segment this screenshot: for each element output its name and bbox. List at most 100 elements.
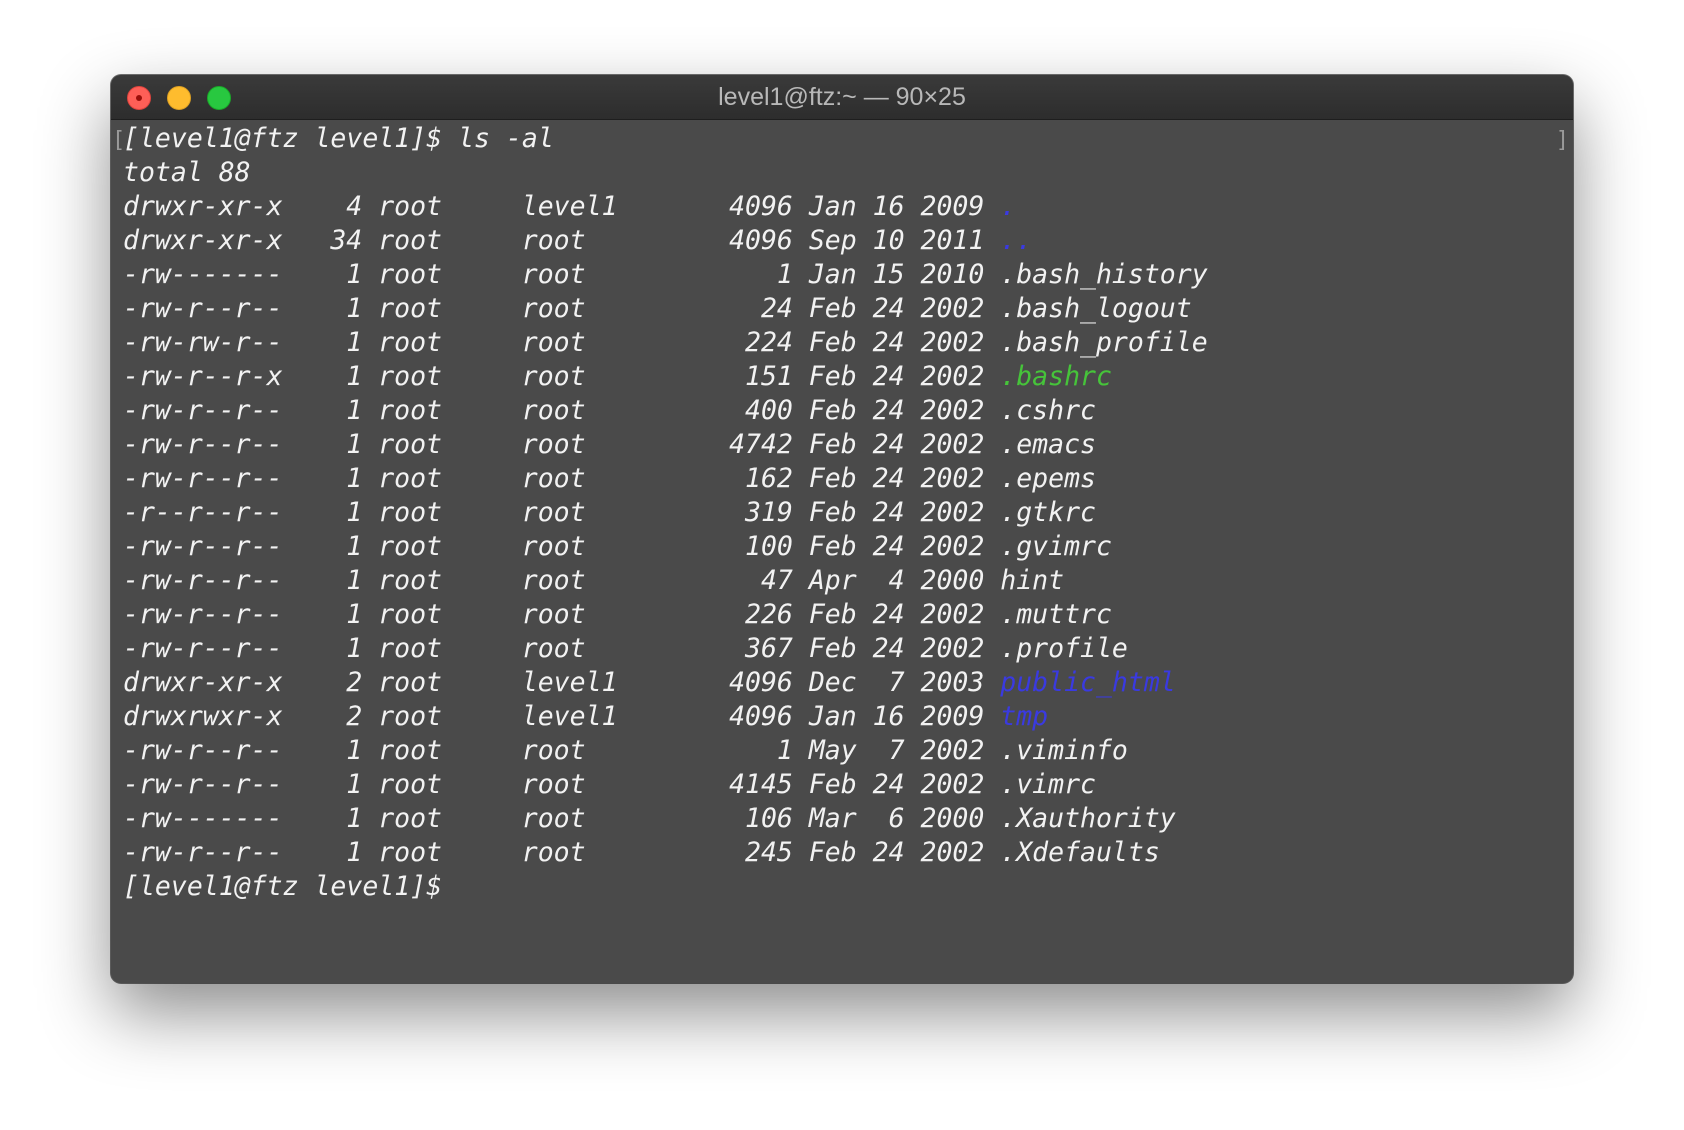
cell-perms: -rw-r--r-- <box>123 735 283 766</box>
cell-owner: root <box>378 837 443 868</box>
cell-month: Feb <box>808 769 857 800</box>
cell-name: .. <box>1000 225 1033 256</box>
cell-owner: root <box>378 395 443 426</box>
cell-month: Feb <box>808 837 857 868</box>
cell-links: 1 <box>346 769 363 800</box>
listing-row: drwxr-xr-x 34 root root 4096 Sep 10 2011.. <box>123 224 1523 258</box>
cell-owner: root <box>378 361 443 392</box>
cell-name: hint <box>1000 565 1065 596</box>
cell-owner: root <box>378 735 443 766</box>
cell-year: 2002 <box>920 327 985 358</box>
cell-group: root <box>521 225 586 256</box>
cell-name: .Xauthority <box>1000 803 1176 834</box>
cell-day: 16 <box>872 701 905 732</box>
cell-size: 24 <box>760 293 793 324</box>
cell-group: root <box>521 327 586 358</box>
cell-size: 245 <box>745 837 793 868</box>
cell-perms: -rw-r--r-- <box>123 599 283 630</box>
cell-links: 1 <box>346 735 363 766</box>
cell-owner: root <box>378 633 443 664</box>
cell-day: 24 <box>872 599 905 630</box>
listing-row: -rw-r--r-- 1 root root 24 Feb 24 2002 .bash_logo… <box>123 292 1523 326</box>
title-bar[interactable]: level1@ftz:~ — 90×25 <box>111 75 1573 120</box>
cell-group: root <box>521 837 586 868</box>
cell-links: 1 <box>346 429 363 460</box>
listing-row: -rw-r--r-- 1 root root 4145 Feb 24 2002 .vimrc <box>123 768 1523 802</box>
cell-month: Feb <box>808 429 857 460</box>
listing-row: drwxrwxr-x 2 root level1 4096 Jan 16 2009 tmp <box>123 700 1523 734</box>
cell-size: 151 <box>745 361 793 392</box>
cell-perms: -rw-r--r-- <box>123 769 283 800</box>
cell-name: .bash_profile <box>1000 327 1208 358</box>
cell-year: 2010 <box>920 259 985 290</box>
cell-year: 2002 <box>920 293 985 324</box>
cell-links: 1 <box>346 259 363 290</box>
cell-group: root <box>521 463 586 494</box>
cell-day: 24 <box>872 497 905 528</box>
cell-size: 4145 <box>729 769 793 800</box>
cell-links: 2 <box>346 667 363 698</box>
cell-month: Sep <box>808 225 857 256</box>
listing-row: -rw-r--r-- 1 root root 245 Feb 24 2002 .Xdefault… <box>123 836 1523 870</box>
cell-year: 2009 <box>920 701 985 732</box>
cell-owner: root <box>378 769 443 800</box>
cell-owner: root <box>378 531 443 562</box>
cell-size: 100 <box>745 531 793 562</box>
total-line: total 88 <box>123 157 251 188</box>
cell-size: 4096 <box>729 667 793 698</box>
cell-links: 2 <box>346 701 363 732</box>
cell-name: .bashrc <box>1000 361 1112 392</box>
terminal-window: level1@ftz:~ — 90×25 [ ] [level1@ftz lev… <box>111 75 1573 983</box>
cell-year: 2009 <box>920 191 985 222</box>
cell-links: 1 <box>346 599 363 630</box>
cell-month: Jan <box>808 259 857 290</box>
cell-month: Jan <box>808 701 857 732</box>
cell-group: level1 <box>521 191 618 222</box>
cell-year: 2002 <box>920 361 985 392</box>
cell-name: .cshrc <box>1000 395 1096 426</box>
listing-row: -rw------- 1 root root 106 Mar 6 2000 .Xauthorit… <box>123 802 1523 836</box>
cell-day: 24 <box>872 769 905 800</box>
cell-month: Feb <box>808 463 857 494</box>
cell-name: .Xdefaults <box>1000 837 1160 868</box>
cell-group: root <box>521 565 586 596</box>
listing-row: -rw-r--r-- 1 root root 47 Apr 4 2000 hint <box>123 564 1523 598</box>
cell-year: 2002 <box>920 735 985 766</box>
listing-row: -rw-r--r-- 1 root root 226 Feb 24 2002 .muttrc <box>123 598 1523 632</box>
terminal-output[interactable]: [ ] [level1@ftz level1]$ ls -al total 88… <box>111 120 1573 983</box>
cell-day: 10 <box>872 225 905 256</box>
cell-day: 24 <box>872 463 905 494</box>
cell-links: 1 <box>346 361 363 392</box>
cell-month: Feb <box>808 361 857 392</box>
listing-row: -rw-r--r-- 1 root root 100 Feb 24 2002 .gvimrc <box>123 530 1523 564</box>
listing-row: drwxr-xr-x 4 root level1 4096 Jan 16 2009. <box>123 190 1523 224</box>
listing-row: -rw-r--r-- 1 root root 367 Feb 24 2002 .profile <box>123 632 1523 666</box>
cell-name: .profile <box>1000 633 1128 664</box>
cell-year: 2002 <box>920 531 985 562</box>
cell-perms: drwxr-xr-x <box>123 225 283 256</box>
cell-links: 1 <box>346 327 363 358</box>
cell-day: 24 <box>872 293 905 324</box>
cell-group: level1 <box>521 667 618 698</box>
cell-perms: -rw-r--r-x <box>123 361 283 392</box>
cell-day: 24 <box>872 633 905 664</box>
cell-day: 24 <box>872 361 905 392</box>
cell-group: root <box>521 497 586 528</box>
cell-name: .epems <box>1000 463 1096 494</box>
cell-group: root <box>521 735 586 766</box>
cell-perms: drwxr-xr-x <box>123 191 283 222</box>
cell-perms: -rw-r--r-- <box>123 429 283 460</box>
cell-owner: root <box>378 803 443 834</box>
cell-year: 2002 <box>920 463 985 494</box>
cell-year: 2002 <box>920 497 985 528</box>
cell-size: 319 <box>745 497 793 528</box>
cell-owner: root <box>378 429 443 460</box>
cell-name: . <box>1000 191 1017 222</box>
cell-name: public_html <box>1000 667 1176 698</box>
cell-perms: drwxrwxr-x <box>123 701 283 732</box>
cell-links: 4 <box>346 191 363 222</box>
cell-month: Apr <box>808 565 857 596</box>
cell-name: .muttrc <box>1000 599 1112 630</box>
listing-row: -r--r--r-- 1 root root 319 Feb 24 2002 .gtkrc <box>123 496 1523 530</box>
cell-owner: root <box>378 327 443 358</box>
